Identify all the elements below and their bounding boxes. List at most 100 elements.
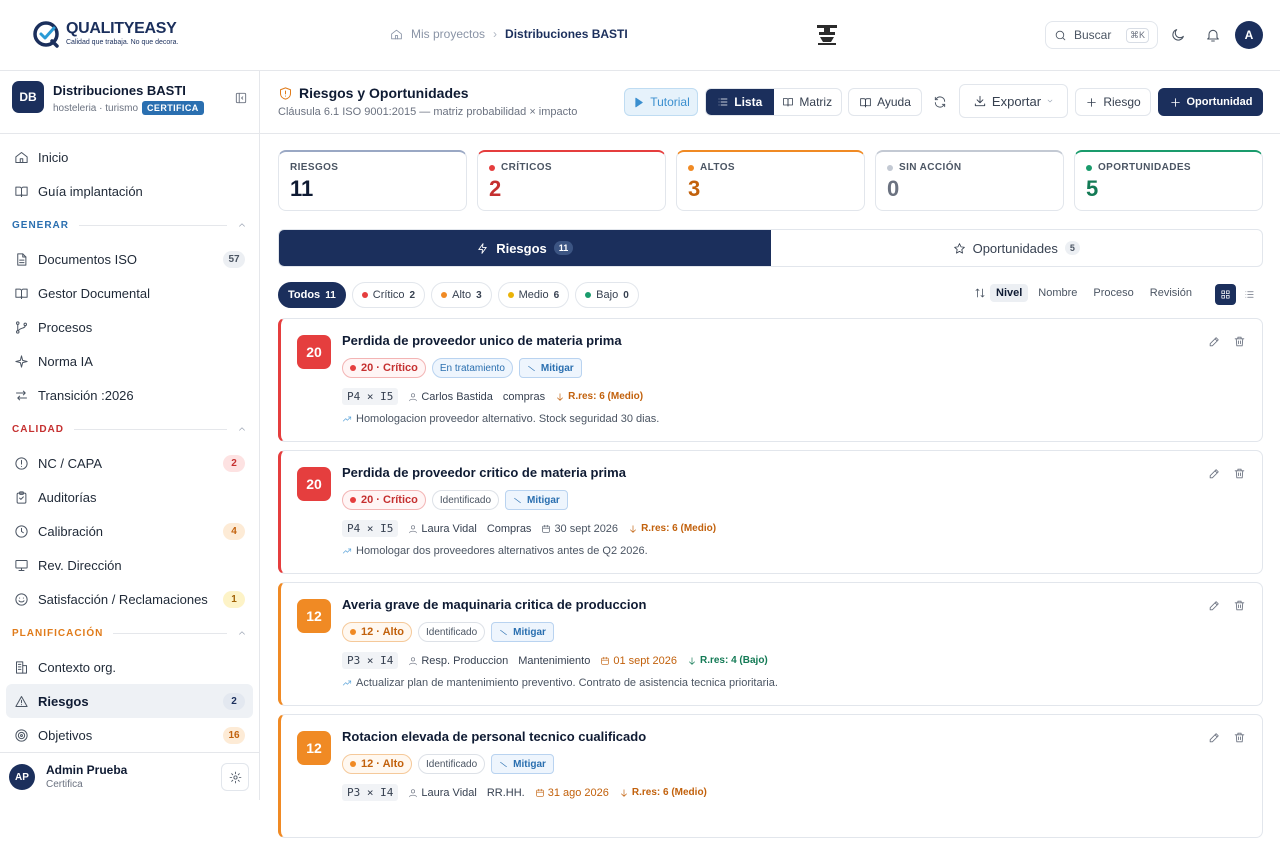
risk-title[interactable]: Perdida de proveedor unico de materia pr… xyxy=(342,333,622,348)
trash-icon[interactable] xyxy=(1233,731,1246,744)
section-header[interactable]: CALIDAD xyxy=(0,412,259,446)
risk-process: RR.HH. xyxy=(486,786,525,799)
risk-score: 20 xyxy=(297,335,331,369)
risk-tags: 20 · Crítico Identificado Mitigar xyxy=(342,490,568,510)
sidebar-item[interactable]: Satisfacción / Reclamaciones 1 xyxy=(6,582,253,616)
strategy-text: Mitigar xyxy=(527,494,560,506)
stat-card[interactable]: ALTOS 3 xyxy=(676,150,865,211)
trash-icon[interactable] xyxy=(1233,335,1246,348)
view-matrix-button[interactable]: Matriz xyxy=(774,89,842,115)
sidebar-collapse-icon[interactable] xyxy=(234,91,248,105)
section-header[interactable]: GENERAR xyxy=(0,208,259,242)
risk-title[interactable]: Perdida de proveedor critico de materia … xyxy=(342,465,626,480)
grid-view-button[interactable] xyxy=(1215,284,1236,305)
risk-tags: 12 · Alto Identificado Mitigar xyxy=(342,622,554,642)
help-button[interactable]: Ayuda xyxy=(848,88,922,116)
sort-option[interactable]: Revisión xyxy=(1144,284,1198,302)
trash-icon[interactable] xyxy=(1233,467,1246,480)
level-text: 20 · Crítico xyxy=(361,362,418,374)
brand-logo[interactable]: QUALITYEASY Calidad que trabaja. No que … xyxy=(32,20,178,50)
risk-title[interactable]: Averia grave de maquinaria critica de pr… xyxy=(342,597,646,612)
sidebar-item[interactable]: Auditorías xyxy=(6,480,253,514)
tab-risks[interactable]: Riesgos 11 xyxy=(279,230,771,266)
risk-card[interactable]: 20 Perdida de proveedor unico de materia … xyxy=(278,318,1263,442)
edit-icon[interactable] xyxy=(1208,731,1221,744)
tab-opportunities[interactable]: Oportunidades 5 xyxy=(771,230,1263,266)
breadcrumb-parent[interactable]: Mis proyectos xyxy=(411,27,485,41)
sidebar-item[interactable]: Contexto org. xyxy=(6,650,253,684)
action-text: Homologacion proveedor alternativo. Stoc… xyxy=(356,413,660,425)
moon-icon[interactable] xyxy=(1170,27,1186,43)
risk-card[interactable]: 12 Averia grave de maquinaria critica de … xyxy=(278,582,1263,706)
sidebar-item[interactable]: Calibración 4 xyxy=(6,514,253,548)
edit-icon[interactable] xyxy=(1208,335,1221,348)
sort-option[interactable]: Proceso xyxy=(1087,284,1139,302)
play-icon xyxy=(635,97,643,107)
sidebar-item-1[interactable]: Guía implantación xyxy=(6,174,253,208)
level-dot xyxy=(585,292,592,298)
add-opportunity-button[interactable]: Oportunidad xyxy=(1158,88,1263,116)
view-list-button[interactable]: Lista xyxy=(706,89,774,115)
refresh-button[interactable] xyxy=(930,88,950,116)
user-icon xyxy=(409,392,418,401)
risk-card[interactable]: 12 Rotacion elevada de personal tecnico c… xyxy=(278,714,1263,838)
risk-title[interactable]: Rotacion elevada de personal tecnico cua… xyxy=(342,729,646,744)
count-badge: 16 xyxy=(223,727,245,744)
stat-card[interactable]: CRÍTICOS 2 xyxy=(477,150,666,211)
stat-card[interactable]: RIESGOS 11 xyxy=(278,150,467,211)
chevron-up-icon xyxy=(239,631,245,635)
stat-card[interactable]: SIN ACCIÓN 0 xyxy=(875,150,1064,211)
tutorial-button[interactable]: Tutorial xyxy=(624,88,698,116)
sidebar-item[interactable]: Objetivos 16 xyxy=(6,718,253,752)
page-title-row: Riesgos y Oportunidades xyxy=(278,85,469,101)
main-content: Riesgos y Oportunidades Cláusula 6.1 ISO… xyxy=(260,71,1280,838)
settings-button[interactable] xyxy=(221,763,249,791)
sidebar-item[interactable]: Transición :2026 xyxy=(6,378,253,412)
user-icon xyxy=(409,656,418,665)
filter-label: Bajo xyxy=(596,289,619,301)
filter-chip[interactable]: Alto 3 xyxy=(431,282,492,308)
edit-icon[interactable] xyxy=(1208,467,1221,480)
sort-bar: Nivel Nombre Proceso Revisión xyxy=(974,284,1198,302)
sidebar-item[interactable]: Documentos ISO 57 xyxy=(6,242,253,276)
filter-chip[interactable]: Todos 11 xyxy=(278,282,346,308)
tutorial-label: Tutorial xyxy=(650,95,690,109)
stat-label: RIESGOS xyxy=(290,162,339,173)
search-label: Buscar xyxy=(1074,28,1112,42)
bell-icon[interactable] xyxy=(1205,27,1221,43)
filter-chip[interactable]: Bajo 0 xyxy=(575,282,639,308)
filter-chip[interactable]: Crítico 2 xyxy=(351,282,426,308)
filter-chip[interactable]: Medio 6 xyxy=(497,282,570,308)
account-bar: AP Admin Prueba Certifica xyxy=(0,752,259,800)
sidebar-item-label: Calibración xyxy=(38,523,104,539)
trash-icon[interactable] xyxy=(1233,599,1246,612)
sort-option[interactable]: Nivel xyxy=(990,284,1029,302)
sidebar-item[interactable]: Procesos xyxy=(6,310,253,344)
strategy-badge: Mitigar xyxy=(491,622,554,642)
sidebar-item[interactable]: Norma IA xyxy=(6,344,253,378)
level-dot xyxy=(507,292,514,298)
risk-meta: P4 × I5 Laura Vidal Compras 30 sept 2026 R.r… xyxy=(342,520,716,537)
stat-card[interactable]: OPORTUNIDADES 5 xyxy=(1074,150,1263,211)
account-avatar[interactable]: AP xyxy=(9,764,35,790)
export-button[interactable]: Exportar xyxy=(959,84,1068,118)
search-button[interactable]: Buscar ⌘K xyxy=(1045,21,1158,49)
add-risk-button[interactable]: Riesgo xyxy=(1075,88,1151,116)
compact-list-button[interactable] xyxy=(1239,284,1260,305)
sort-option[interactable]: Nombre xyxy=(1032,284,1083,302)
risk-card[interactable]: 20 Perdida de proveedor critico de materi… xyxy=(278,450,1263,574)
sidebar-item[interactable]: Rev. Dirección xyxy=(6,548,253,582)
logo-mark-icon xyxy=(33,21,59,48)
section-header[interactable]: PLANIFICACIÓN xyxy=(0,616,259,650)
sidebar-item[interactable]: NC / CAPA 2 xyxy=(6,446,253,480)
residual-risk: R.res: 6 (Medio) xyxy=(628,523,716,534)
sidebar-item-label: Objetivos xyxy=(38,727,93,743)
download-icon xyxy=(974,95,986,107)
user-avatar[interactable]: A xyxy=(1235,21,1263,49)
account-name: Admin Prueba xyxy=(46,763,128,777)
sidebar-item[interactable]: Riesgos 2 xyxy=(6,684,253,718)
edit-icon[interactable] xyxy=(1208,599,1221,612)
sidebar-item[interactable]: Gestor Documental xyxy=(6,276,253,310)
sidebar-item-0[interactable]: Inicio xyxy=(6,140,253,174)
org-switcher[interactable]: DB Distribuciones BASTI hosteleria · tur… xyxy=(12,81,252,125)
